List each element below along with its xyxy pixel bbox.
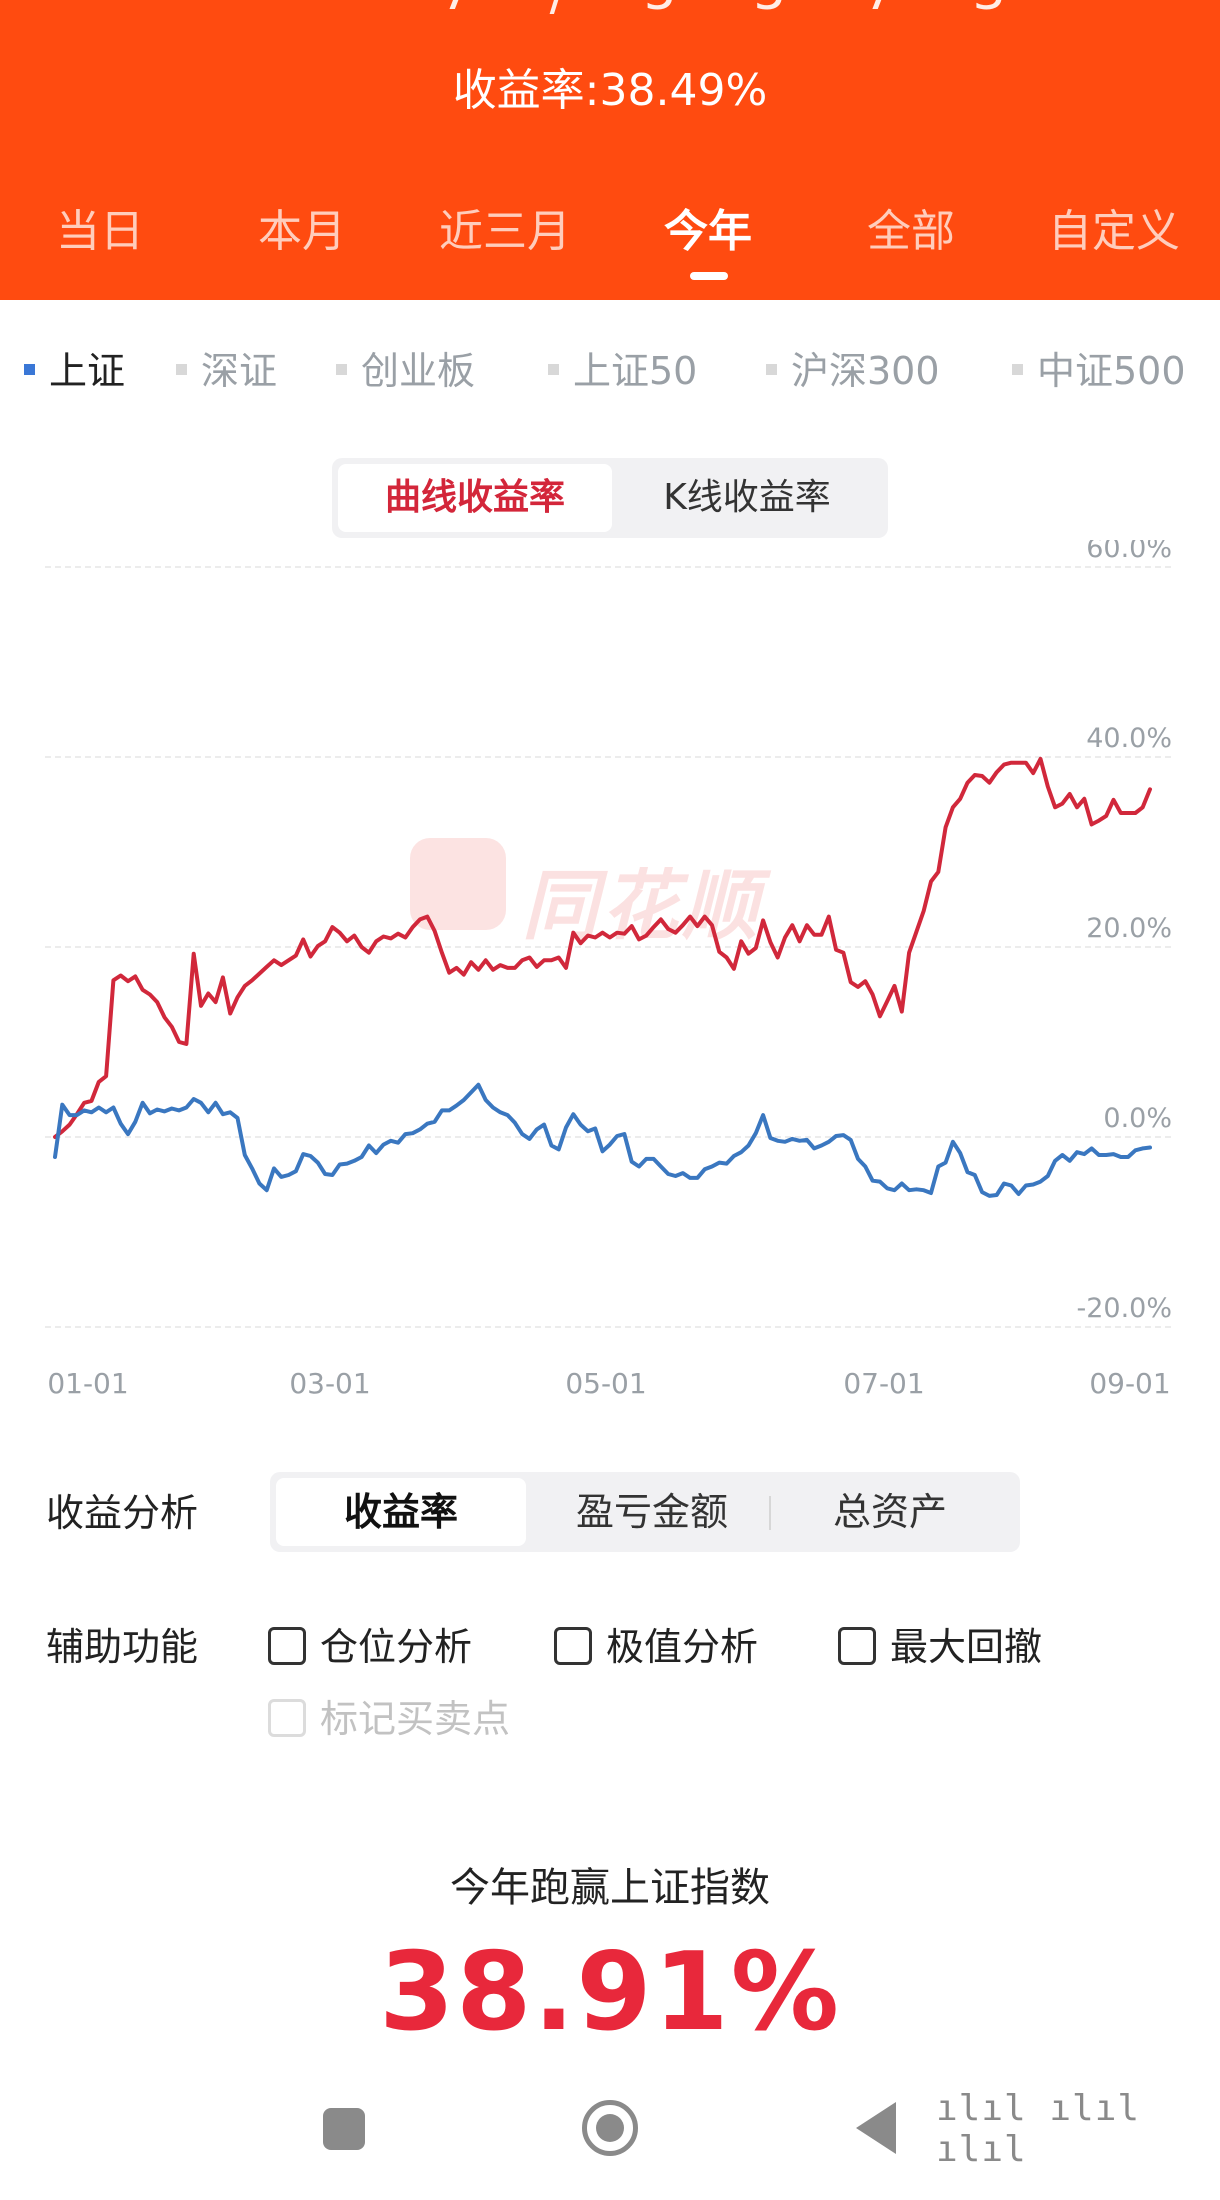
yield-chart: 60.0% 40.0% 20.0% 0.0% -20.0% 01-01 03-01 05-01…	[0, 540, 1220, 1420]
analysis-metric-selector: 收益率 盈亏金额 总资产	[270, 1472, 1020, 1552]
x-tick-label: 07-01	[843, 1367, 924, 1400]
index-option-shanghai[interactable]: 上证	[24, 340, 125, 395]
legend-square-icon	[1012, 364, 1023, 375]
checkbox-box	[268, 1698, 306, 1737]
index-option-chinext[interactable]: 创业板	[336, 340, 475, 395]
tab-this-month[interactable]: 本月	[212, 195, 392, 259]
legend-square-icon	[766, 364, 777, 375]
chart-type-toggle: 曲线收益率 K线收益率	[332, 458, 888, 538]
tab-this-year[interactable]: 今年	[618, 195, 798, 259]
home-button[interactable]	[582, 2100, 638, 2156]
x-tick-label: 09-01	[1089, 1367, 1170, 1400]
tab-today[interactable]: 当日	[10, 195, 190, 259]
shanghai-index-line	[53, 1082, 1152, 1198]
back-button[interactable]	[856, 2102, 896, 2154]
beat-index-title: 今年跑赢上证指数	[450, 1865, 770, 1911]
legend-square-icon	[548, 364, 559, 375]
tab-all[interactable]: 全部	[821, 195, 1001, 259]
benchmark-index-selector: 上证 深证 创业板 上证50 沪深300 中证500	[0, 340, 1220, 400]
metric-divider	[769, 1496, 771, 1530]
mark-trade-points-checkbox[interactable]: 标记买卖点	[268, 1688, 510, 1741]
metric-profit-amount-button[interactable]: 盈亏金额	[542, 1478, 762, 1546]
metric-yield-rate-button[interactable]: 收益率	[276, 1478, 526, 1546]
y-tick-label: 40.0%	[1086, 723, 1172, 754]
x-tick-label: 03-01	[289, 1367, 370, 1400]
x-tick-label: 01-01	[47, 1367, 128, 1400]
index-option-csi500[interactable]: 中证500	[1012, 340, 1186, 395]
total-profit-value: 7 / 5 5 7 3	[440, 0, 1036, 22]
curve-yield-button[interactable]: 曲线收益率	[338, 464, 612, 532]
legend-square-icon	[336, 364, 347, 375]
active-tab-indicator	[690, 272, 728, 280]
header-top-cropped-text: 7 / 5 5 7 3	[0, 0, 1220, 30]
period-tabs: 当日 本月 近三月 今年 全部 自定义	[0, 195, 1220, 265]
checkbox-box	[268, 1626, 306, 1665]
legend-square-icon	[24, 364, 35, 375]
kline-yield-button[interactable]: K线收益率	[612, 464, 882, 532]
checkbox-box	[554, 1626, 592, 1665]
y-tick-label: -20.0%	[1076, 1293, 1172, 1324]
header-banner: 7 / 5 5 7 3 收益率:38.49% 当日 本月 近三月 今年 全部 自…	[0, 0, 1220, 300]
legend-square-icon	[176, 364, 187, 375]
y-tick-label: 60.0%	[1086, 540, 1172, 564]
tab-last-three-months[interactable]: 近三月	[415, 195, 595, 259]
metric-total-assets-button[interactable]: 总资产	[780, 1478, 1000, 1546]
y-tick-label: 0.0%	[1103, 1103, 1172, 1134]
y-tick-label: 20.0%	[1086, 913, 1172, 944]
beat-index-value: 38.91%	[379, 1930, 841, 2055]
index-option-shenzhen[interactable]: 深证	[176, 340, 277, 395]
tab-custom[interactable]: 自定义	[1024, 195, 1204, 259]
status-overlay-icons: ılıl ılıl ılıl	[936, 2088, 1141, 2170]
index-option-csi300[interactable]: 沪深300	[766, 340, 940, 395]
yield-rate-text: 收益率:38.49%	[452, 65, 768, 116]
max-drawdown-checkbox[interactable]: 最大回撤	[838, 1616, 1042, 1669]
extreme-analysis-checkbox[interactable]: 极值分析	[554, 1616, 758, 1669]
checkbox-box	[838, 1626, 876, 1665]
recent-apps-button[interactable]	[323, 2108, 365, 2150]
aux-functions-label: 辅助功能	[46, 1625, 199, 1669]
yield-chart-svg: 60.0% 40.0% 20.0% 0.0% -20.0% 01-01 03-01 05-01…	[45, 540, 1175, 1400]
x-tick-label: 05-01	[565, 1367, 646, 1400]
yield-analysis-label: 收益分析	[46, 1491, 199, 1535]
index-option-sse50[interactable]: 上证50	[548, 340, 697, 395]
position-analysis-checkbox[interactable]: 仓位分析	[268, 1616, 472, 1669]
